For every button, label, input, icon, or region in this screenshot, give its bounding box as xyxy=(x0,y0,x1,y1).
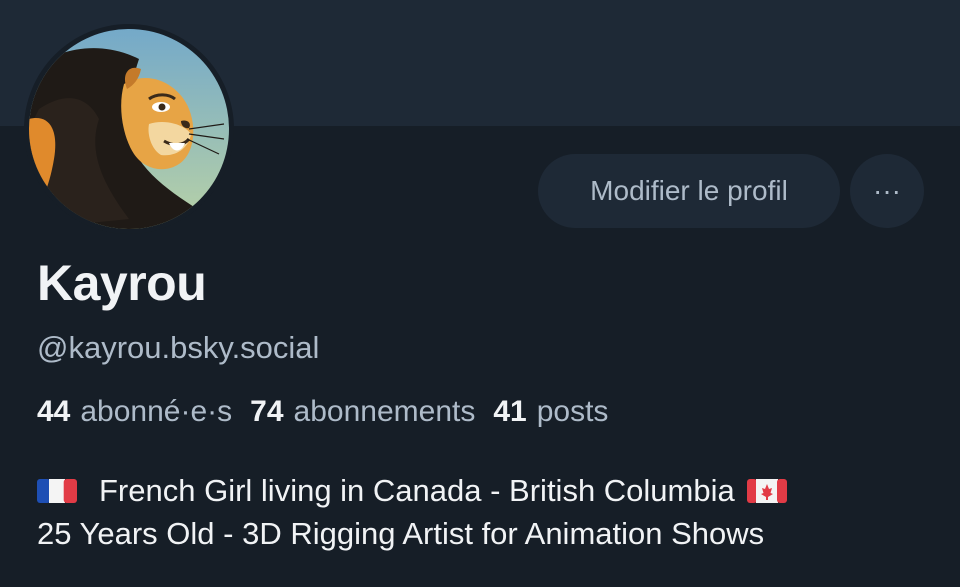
followers-stat[interactable]: 44 abonné·e·s xyxy=(37,395,232,429)
followers-label: abonné·e·s xyxy=(80,395,233,428)
display-name: Kayrou xyxy=(37,255,207,311)
france-flag-icon xyxy=(37,478,77,503)
following-stat[interactable]: 74 abonnements xyxy=(250,395,475,429)
bio-line-1: French Girl living in Canada - British C… xyxy=(37,469,787,512)
followers-count: 44 xyxy=(37,395,71,428)
bio-text-line-1: French Girl living in Canada - British C… xyxy=(99,473,735,508)
profile-page: Modifier le profil ··· Kayrou @kayrou.bs… xyxy=(0,0,960,587)
bio-line-2: 25 Years Old - 3D Rigging Artist for Ani… xyxy=(37,512,787,555)
posts-label: posts xyxy=(536,395,609,428)
following-label: abonnements xyxy=(293,395,476,428)
avatar[interactable] xyxy=(24,24,234,234)
bio-text-line-2: 25 Years Old - 3D Rigging Artist for Ani… xyxy=(37,516,765,551)
posts-count: 41 xyxy=(493,395,527,428)
profile-actions: Modifier le profil ··· xyxy=(538,154,924,228)
profile-handle: @kayrou.bsky.social xyxy=(37,330,320,365)
more-dots-icon: ··· xyxy=(873,175,901,206)
lion-avatar-icon xyxy=(29,29,229,229)
posts-stat: 41 posts xyxy=(493,395,608,429)
profile-stats: 44 abonné·e·s 74 abonnements 41 posts xyxy=(37,395,608,429)
more-options-button[interactable]: ··· xyxy=(850,154,924,228)
following-count: 74 xyxy=(250,395,284,428)
canada-flag-icon xyxy=(746,478,787,503)
profile-bio: French Girl living in Canada - British C… xyxy=(37,469,787,555)
edit-profile-button[interactable]: Modifier le profil xyxy=(538,154,840,228)
